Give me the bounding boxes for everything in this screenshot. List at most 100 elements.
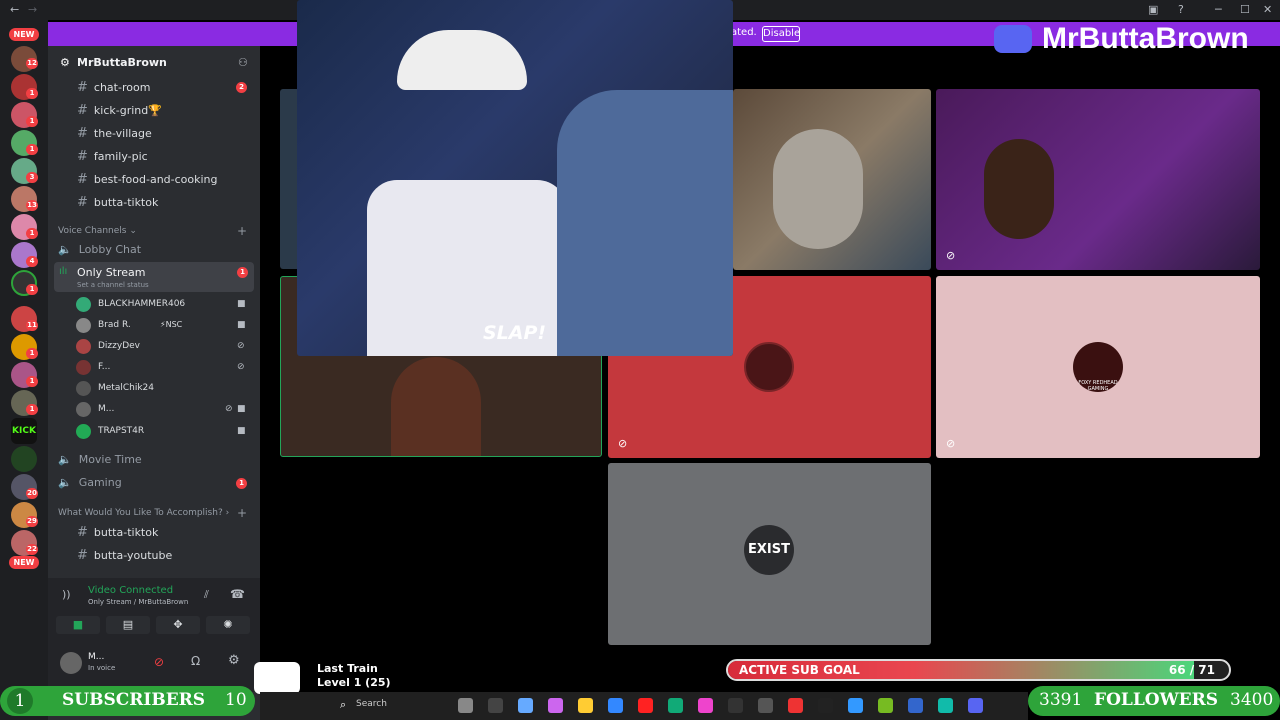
add-channel-icon[interactable]: + — [237, 224, 247, 238]
app-icon[interactable] — [788, 698, 803, 713]
activities-button[interactable]: ✥ — [156, 616, 200, 634]
video-tile-avatar[interactable]: EXIST — [608, 463, 931, 645]
channel-label: Lobby Chat — [78, 243, 142, 256]
song-level: Level 1 (25) — [317, 676, 391, 689]
maximize-icon[interactable]: ☐ — [1240, 3, 1250, 16]
voice-channel-only-stream[interactable]: ılı Only Stream Set a channel status 1 — [54, 262, 254, 292]
speaker-icon: 🔈 — [58, 243, 72, 256]
task-view-icon[interactable] — [488, 698, 503, 713]
participant-video — [391, 357, 481, 456]
voice-channel-movie-time[interactable]: 🔈 Movie Time — [58, 453, 142, 466]
search-icon[interactable]: ⌕ — [340, 698, 346, 712]
muted-mic-icon: ⊘ — [946, 437, 956, 450]
channel-label: best-food-and-cooking — [93, 173, 218, 186]
nvidia-icon[interactable] — [878, 698, 893, 713]
channel-the-village[interactable]: # the-village — [77, 126, 152, 141]
voice-category-header[interactable]: Voice Channels ⌄ — [58, 226, 137, 236]
follower-goal: 3400 — [1230, 690, 1274, 710]
taskbar-search[interactable]: Search — [356, 699, 387, 709]
minimize-icon[interactable]: ─ — [1215, 3, 1222, 16]
obs-icon[interactable] — [728, 698, 743, 713]
back-arrow-icon[interactable]: ← — [10, 3, 19, 16]
app-icon[interactable] — [758, 698, 773, 713]
voice-channel-gaming[interactable]: 🔈 Gaming — [58, 476, 122, 489]
channel-butta-tiktok[interactable]: # butta-tiktok — [77, 525, 158, 540]
mention-badge: 1 — [26, 116, 38, 127]
avatar — [76, 402, 91, 417]
add-friend-icon[interactable]: ⚇ — [238, 56, 248, 69]
channel-family-pic[interactable]: # family-pic — [77, 149, 148, 164]
voice-location[interactable]: Only Stream / MrButtaBrown — [88, 598, 188, 606]
channel-label: butta-youtube — [93, 549, 173, 562]
song-title: Last Train — [317, 662, 378, 675]
camera-button[interactable]: ■ — [56, 616, 100, 634]
channel-butta-youtube[interactable]: # butta-youtube — [77, 548, 172, 563]
voice-connection-panel: )) Video Connected Only Stream / MrButta… — [48, 578, 260, 642]
add-channel-icon[interactable]: + — [237, 506, 247, 520]
video-icon: ■ — [237, 320, 246, 330]
channel-kick-grind[interactable]: # kick-grind🏆 — [77, 103, 162, 118]
muted-mic-icon: ⊘ — [946, 249, 956, 262]
kick-server-icon[interactable]: KICK — [11, 418, 37, 444]
discord-icon[interactable] — [968, 698, 983, 713]
hash-icon: # — [77, 149, 88, 164]
server-icon[interactable] — [11, 446, 37, 472]
avatar[interactable] — [60, 652, 82, 674]
soundboard-button[interactable]: ✺ — [206, 616, 250, 634]
mention-badge: 12 — [26, 58, 38, 69]
store-icon[interactable] — [608, 698, 623, 713]
disable-button[interactable]: Disable — [762, 26, 800, 42]
inbox-icon[interactable]: ▣ — [1148, 3, 1158, 16]
voice-channel-lobby[interactable]: 🔈 Lobby Chat — [58, 243, 141, 256]
video-tile-avatar[interactable]: FOXY REDHEAD GAMING ⊘ — [936, 276, 1260, 458]
sub-goal-label: ACTIVE SUB GOAL — [739, 663, 860, 677]
unread-badge: 1 — [236, 478, 247, 489]
avatar — [76, 381, 91, 396]
muted-mic-icon: ⊘ — [237, 362, 245, 372]
video-tile[interactable]: ⊘ — [936, 89, 1260, 270]
channel-best-food-and-cooking[interactable]: # best-food-and-cooking — [77, 172, 218, 187]
mention-badge: 3 — [26, 172, 38, 183]
noise-suppression-icon[interactable]: ⫽ — [204, 588, 209, 602]
capcut-icon[interactable] — [818, 698, 833, 713]
notice-text: ated. — [731, 27, 757, 38]
avatar-label: FOXY REDHEAD GAMING — [1078, 380, 1118, 392]
screen-share-button[interactable]: ▤ — [106, 616, 150, 634]
app-icon[interactable] — [848, 698, 863, 713]
muted-mic-icon: ⊘ — [237, 341, 245, 351]
headphones-icon[interactable]: Ω — [191, 654, 200, 668]
muted-mic-icon[interactable]: ⊘ — [154, 655, 164, 669]
hash-icon: # — [77, 103, 88, 118]
copilot-icon[interactable] — [518, 698, 533, 713]
subscriber-count: 1 — [7, 688, 33, 714]
mention-badge: 29 — [26, 516, 38, 527]
windows-taskbar: ⌕ Search — [260, 692, 1028, 720]
edge-icon[interactable] — [938, 698, 953, 713]
channel-chat-room[interactable]: # chat-room — [77, 80, 150, 95]
cityscape-icon[interactable] — [458, 698, 473, 713]
mention-badge: 4 — [26, 256, 38, 267]
app-icon[interactable] — [548, 698, 563, 713]
channel-status[interactable]: Set a channel status — [77, 281, 149, 289]
video-tile[interactable] — [733, 89, 931, 270]
settings-gear-icon[interactable]: ⚙ — [228, 653, 240, 668]
app-icon[interactable] — [908, 698, 923, 713]
mention-badge: 1 — [26, 404, 38, 415]
tiktok-icon[interactable] — [698, 698, 713, 713]
close-icon[interactable]: ✕ — [1263, 3, 1272, 16]
channel-label: butta-tiktok — [93, 196, 159, 209]
file-explorer-icon[interactable] — [578, 698, 593, 713]
channel-butta-tiktok[interactable]: # butta-tiktok — [77, 195, 158, 210]
avatar — [76, 339, 91, 354]
excel-icon[interactable] — [668, 698, 683, 713]
server-name[interactable]: MrButtaBrown — [77, 56, 167, 69]
disconnect-icon[interactable]: ☎ — [230, 587, 245, 601]
category-header[interactable]: What Would You Like To Accomplish? › — [58, 508, 229, 518]
forward-arrow-icon[interactable]: → — [28, 3, 37, 16]
channel-label: chat-room — [93, 81, 151, 94]
help-icon[interactable]: ? — [1178, 3, 1184, 16]
discord-logo-icon — [994, 25, 1032, 53]
participant-video — [773, 129, 863, 249]
mention-badge: 20 — [26, 488, 38, 499]
youtube-icon[interactable] — [638, 698, 653, 713]
